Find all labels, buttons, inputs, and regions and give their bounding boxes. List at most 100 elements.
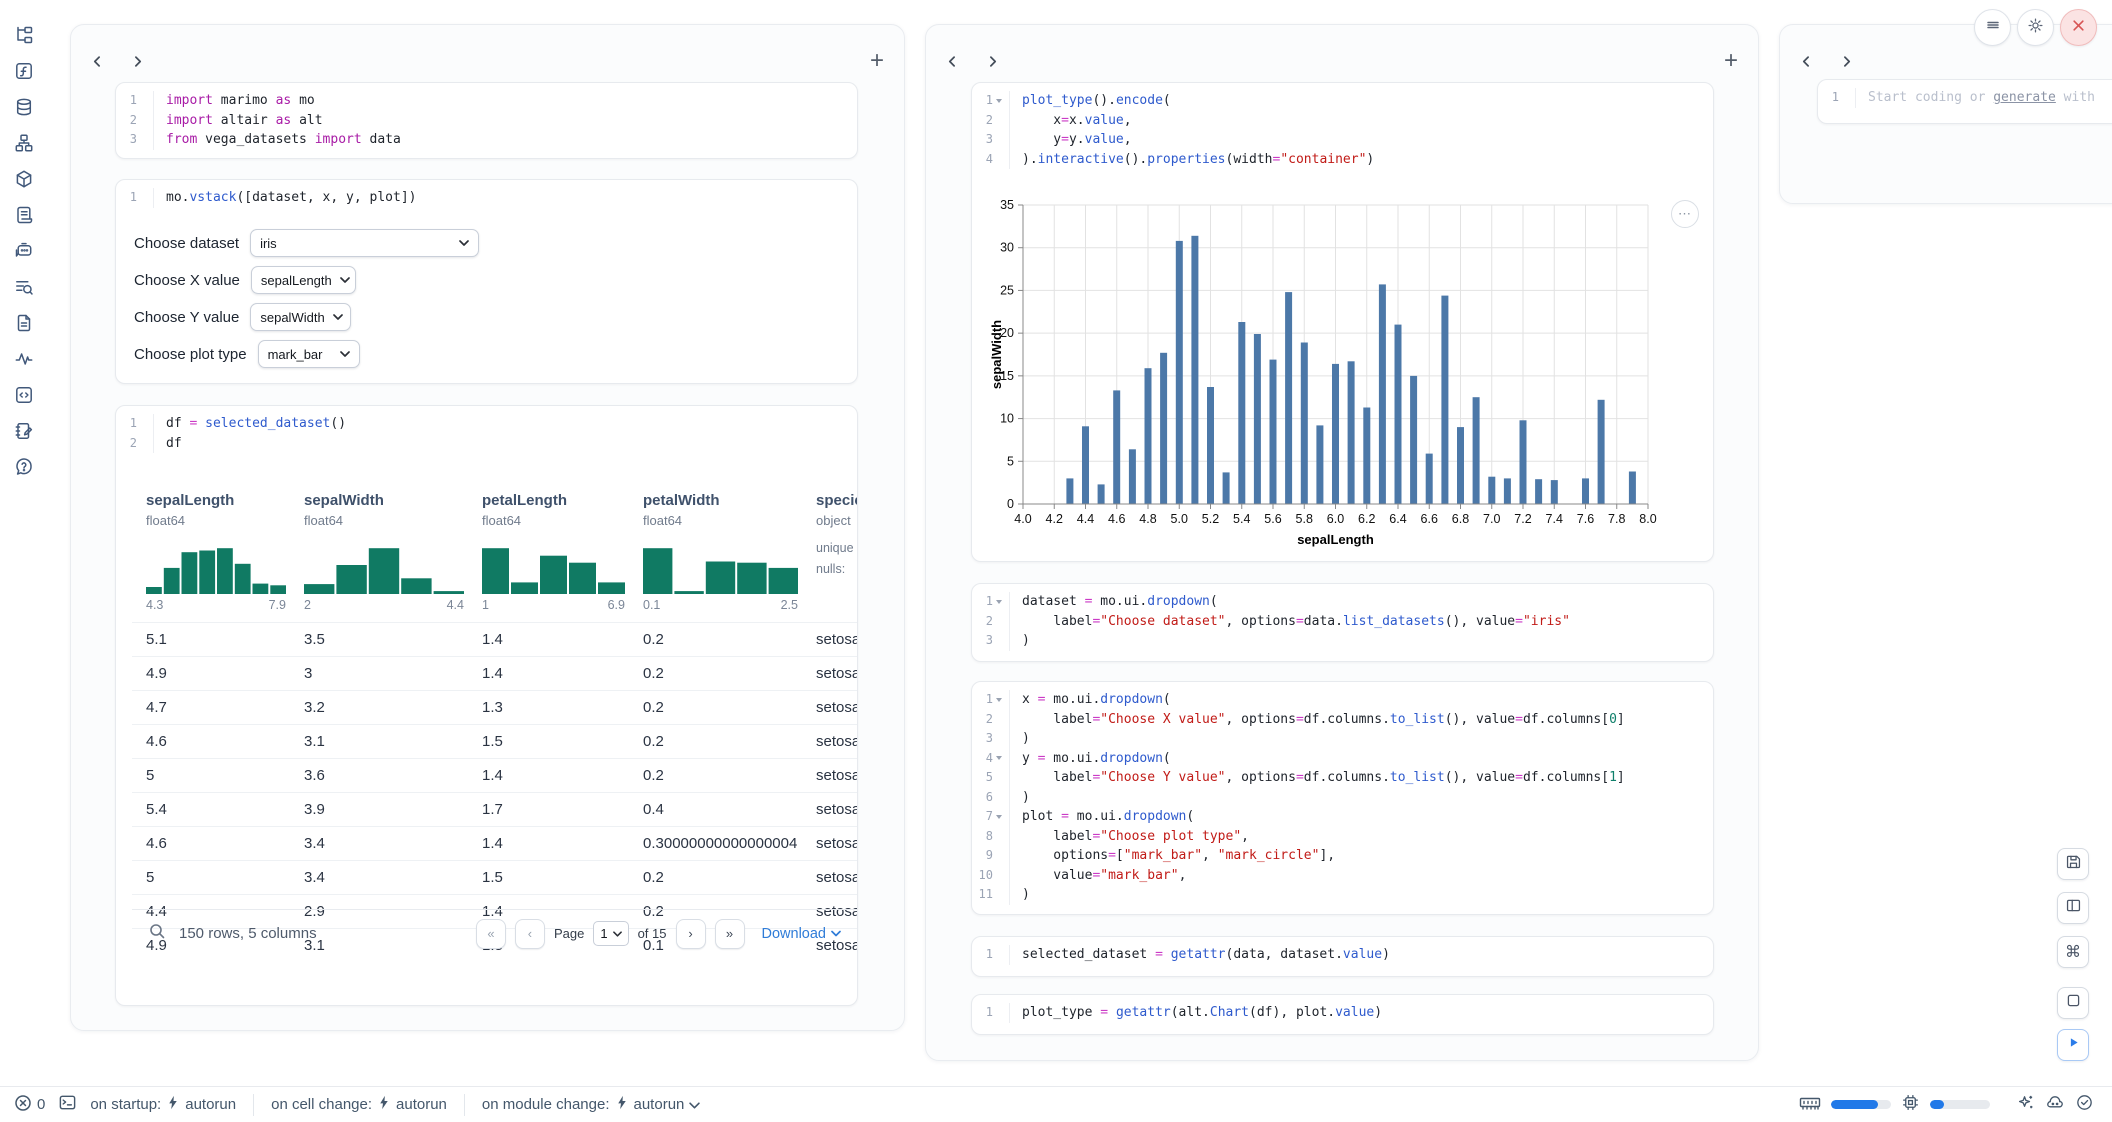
code-cell-plot-type[interactable]: 1plot_type = getattr(alt.Chart(df), plot… [971,994,1714,1035]
app-view-button[interactable] [2057,987,2089,1019]
code-line[interactable]: 1plot_type = getattr(alt.Chart(df), plot… [972,1003,1713,1023]
bar-chart[interactable]: 051015202530354.04.24.44.64.85.05.25.45.… [987,194,1687,550]
snippets-icon[interactable] [11,382,37,408]
help-icon[interactable] [11,454,37,480]
column-header-sepalLength[interactable]: sepalLengthfloat644.37.9 [146,478,286,612]
column-prev-button[interactable] [946,55,959,68]
code-line[interactable]: 1mo.vstack([dataset, x, y, plot]) [116,188,857,208]
dropdown-choose-dataset[interactable]: iris [250,229,479,257]
dropdown-choose-y-value[interactable]: sepalWidth [250,303,351,331]
fold-chevron-icon[interactable] [996,756,1002,760]
search-icon[interactable] [148,922,166,945]
code-line[interactable]: 4).interactive().properties(width="conta… [972,150,1713,170]
code-cell-dataframe[interactable]: 1df = selected_dataset()2df sepalLengthf… [115,405,858,1006]
code-cell-chart[interactable]: 1plot_type().encode(2 x=x.value,3 y=y.va… [971,82,1714,562]
code-line[interactable]: 3) [972,729,1713,749]
functions-icon[interactable] [11,58,37,84]
column-next-button[interactable] [986,55,999,68]
code-line[interactable]: 2 x=x.value, [972,111,1713,131]
on-startup-config[interactable]: on startup: autorun [90,1095,236,1114]
code-line[interactable]: 2import altair as alt [116,111,857,131]
code-line[interactable]: 4y = mo.ui.dropdown( [972,749,1713,769]
code-cell-empty[interactable]: 1Start coding or generate with [1817,79,2112,124]
code-line[interactable]: 8 label="Choose plot type", [972,827,1713,847]
connection-status-button[interactable] [2075,1093,2094,1116]
code-line[interactable]: 11) [972,885,1713,905]
error-count-indicator[interactable]: 0 [14,1094,45,1116]
code-line[interactable]: 10 value="mark_bar", [972,866,1713,886]
column-prev-button[interactable] [91,55,104,68]
code-line[interactable]: 2df [116,434,857,454]
code-line[interactable]: 7plot = mo.ui.dropdown( [972,807,1713,827]
chart-options-button[interactable]: ⋯ [1671,200,1699,228]
code-line[interactable]: 1dataset = mo.ui.dropdown( [972,592,1713,612]
code-cell-vstack[interactable]: 1mo.vstack([dataset, x, y, plot]) Choose… [115,179,858,384]
column-header-species[interactable]: speciesobjectuniquenulls: [816,478,857,580]
code-line[interactable]: 9 options=["mark_bar", "mark_circle"], [972,846,1713,866]
logs-icon[interactable] [11,202,37,228]
page-select[interactable]: 1 [593,921,628,946]
packages-icon[interactable] [11,166,37,192]
code-line[interactable]: 3 y=y.value, [972,130,1713,150]
add-column-button[interactable]: + [870,49,884,73]
code-line[interactable]: 3from vega_datasets import data [116,130,857,150]
save-button[interactable] [2057,848,2089,880]
keyboard-shortcuts-button[interactable]: ⌘ [2057,936,2089,968]
add-column-button[interactable]: + [1724,49,1738,73]
code-line[interactable]: 2 label="Choose dataset", options=data.l… [972,612,1713,632]
fold-chevron-icon[interactable] [996,815,1002,819]
code-cell-selected-dataset[interactable]: 1selected_dataset = getattr(data, datase… [971,936,1714,977]
scratchpad-icon[interactable] [11,418,37,444]
code-line[interactable]: 2 label="Choose X value", options=df.col… [972,710,1713,730]
first-page-button[interactable]: « [476,919,506,949]
column-header-petalWidth[interactable]: petalWidthfloat640.12.5 [643,478,798,612]
tracing-icon[interactable] [11,346,37,372]
dropdown-choose-plot-type[interactable]: mark_bar [258,340,360,368]
settings-button[interactable] [2017,9,2054,46]
run-all-button[interactable] [2057,1029,2089,1061]
fold-chevron-icon[interactable] [996,600,1002,604]
on-module-change-config[interactable]: on module change: autorun [482,1095,700,1114]
code-line[interactable]: 1plot_type().encode( [972,91,1713,111]
layout-toggle-button[interactable] [2057,892,2089,924]
on-cell-change-config[interactable]: on cell change: autorun [271,1095,447,1114]
code-line[interactable]: 1Start coding or generate with [1818,88,2112,108]
code-line[interactable]: 1selected_dataset = getattr(data, datase… [972,945,1713,965]
code-line[interactable]: 5 label="Choose Y value", options=df.col… [972,768,1713,788]
data-sources-icon[interactable] [11,94,37,120]
documentation-icon[interactable] [11,310,37,336]
ai-sparkles-button[interactable] [2016,1093,2035,1116]
code-line[interactable]: 1import marimo as mo [116,91,857,111]
code-line[interactable]: 1df = selected_dataset() [116,414,857,434]
shutdown-button[interactable] [2060,9,2097,46]
last-page-button[interactable]: » [715,919,745,949]
code-line[interactable]: 1x = mo.ui.dropdown( [972,690,1713,710]
terminal-button[interactable] [58,1093,77,1116]
prev-page-button[interactable]: ‹ [515,919,545,949]
terminal-icon [58,1093,77,1116]
file-tree-icon[interactable] [11,22,37,48]
column-next-button[interactable] [1840,55,1853,68]
column-header-sepalWidth[interactable]: sepalWidthfloat6424.4 [304,478,464,612]
dropdown-choose-x-value[interactable]: sepalLength [251,266,356,294]
dependency-graph-icon[interactable] [11,130,37,156]
download-button[interactable]: Download [762,926,842,942]
assistant-button[interactable] [2045,1093,2065,1116]
fold-chevron-icon[interactable] [996,99,1002,103]
table-search-icon[interactable] [11,274,37,300]
column-header-petalLength[interactable]: petalLengthfloat6416.9 [482,478,625,612]
code-cell-dataset-dropdown[interactable]: 1dataset = mo.ui.dropdown(2 label="Choos… [971,583,1714,662]
ai-chat-icon[interactable] [11,238,37,264]
bolt-icon [377,1095,391,1114]
code-cell-imports[interactable]: 1import marimo as mo2import altair as al… [115,82,858,159]
menu-button[interactable] [1974,9,2011,46]
fold-chevron-icon[interactable] [996,698,1002,702]
next-page-button[interactable]: › [676,919,706,949]
code-cell-xy-dropdowns[interactable]: 1x = mo.ui.dropdown(2 label="Choose X va… [971,681,1714,915]
column-prev-button[interactable] [1800,55,1813,68]
column-next-button[interactable] [131,55,144,68]
code-line[interactable]: 3) [972,631,1713,651]
svg-text:7.8: 7.8 [1608,512,1625,526]
code-line[interactable]: 6) [972,788,1713,808]
line-number: 1 [116,414,154,434]
